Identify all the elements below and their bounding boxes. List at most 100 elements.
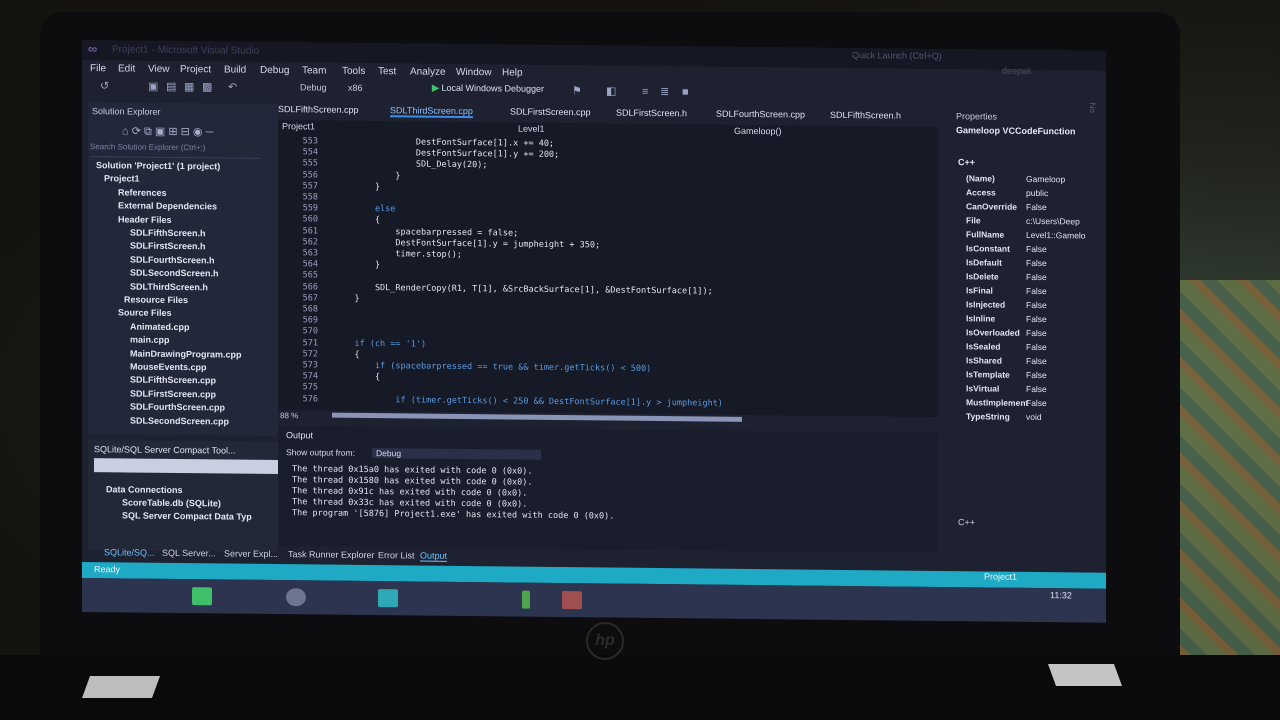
property-value[interactable]: False	[1026, 286, 1047, 296]
menu-file[interactable]: File	[90, 63, 106, 74]
property-value[interactable]: False	[1026, 342, 1047, 352]
property-value[interactable]: void	[1026, 412, 1042, 422]
property-row[interactable]: IsFinal False	[966, 285, 1047, 296]
app-icon[interactable]	[522, 590, 530, 609]
tab-error-list[interactable]: Error List	[378, 550, 415, 560]
tab-sdlfifthscreen-h[interactable]: SDLFifthScreen.h	[830, 110, 901, 121]
solution-tree-item[interactable]: Source Files	[118, 308, 172, 319]
tab-output[interactable]: Output	[420, 550, 448, 562]
property-row[interactable]: IsVirtual False	[966, 383, 1047, 394]
menu-view[interactable]: View	[148, 64, 170, 75]
property-value[interactable]: Level1::Gamelo	[1026, 230, 1086, 241]
property-value[interactable]: False	[1026, 356, 1047, 366]
solution-tree-item[interactable]: Solution 'Project1' (1 project)	[96, 160, 220, 171]
property-value[interactable]: c:\Users\Deep	[1026, 216, 1080, 227]
property-value[interactable]: False	[1026, 258, 1047, 268]
status-project[interactable]: Project1	[984, 571, 1017, 581]
explorer-icon[interactable]	[378, 589, 398, 608]
store-icon[interactable]	[192, 587, 212, 606]
property-row[interactable]: (Name) Gameloop	[966, 173, 1065, 184]
property-value[interactable]: False	[1026, 328, 1047, 338]
align-icon[interactable]: ≡	[642, 86, 654, 98]
solution-tree-item[interactable]: SDLFifthScreen.cpp	[130, 375, 216, 386]
properties-section[interactable]: C++	[958, 157, 975, 167]
quick-launch-input[interactable]: Quick Launch (Ctrl+Q)	[852, 50, 982, 65]
solution-tree-item[interactable]: Header Files	[118, 214, 172, 225]
property-value[interactable]: False	[1026, 202, 1047, 212]
property-row[interactable]: IsShared False	[966, 355, 1047, 366]
property-row[interactable]: IsTemplate False	[966, 369, 1047, 380]
nav-function[interactable]: Gameloop()	[734, 126, 782, 136]
property-row[interactable]: IsDelete False	[966, 271, 1047, 282]
menu-project[interactable]: Project	[180, 64, 211, 75]
data-connections-node[interactable]: Data Connections	[106, 484, 183, 495]
property-value[interactable]: Gameloop	[1026, 174, 1065, 184]
menu-analyze[interactable]: Analyze	[410, 66, 446, 77]
solution-tree-item[interactable]: main.cpp	[130, 335, 170, 345]
solution-tree-item[interactable]: MainDrawingProgram.cpp	[130, 348, 242, 359]
solution-toolbar-icons[interactable]: ⌂ ⟳ ⧉ ▣ ⊞ ⊟ ◉ ─	[122, 124, 213, 139]
solution-tree-item[interactable]: SDLFifthScreen.h	[130, 228, 206, 239]
solution-tree-item[interactable]: Project1	[104, 174, 140, 184]
property-value[interactable]: False	[1026, 244, 1047, 254]
solution-tree-item[interactable]: SDLFirstScreen.cpp	[130, 388, 216, 399]
nav-project[interactable]: Project1	[282, 121, 315, 131]
property-row[interactable]: IsDefault False	[966, 257, 1047, 268]
property-row[interactable]: IsConstant False	[966, 243, 1047, 254]
solution-search-input[interactable]: Search Solution Explorer (Ctrl+;)	[90, 142, 260, 159]
platform-select[interactable]: x86	[348, 83, 363, 93]
tab-sdlfifthscreen-cpp[interactable]: SDLFifthScreen.cpp	[278, 104, 359, 115]
menu-debug[interactable]: Debug	[260, 65, 289, 76]
browser-icon[interactable]	[286, 588, 306, 607]
app2-icon[interactable]	[562, 591, 582, 610]
solution-tree-item[interactable]: References	[118, 187, 167, 198]
solution-tree-item[interactable]: External Dependencies	[118, 201, 217, 212]
property-row[interactable]: MustImplement False	[966, 397, 1047, 408]
output-source-select[interactable]: Debug	[372, 448, 542, 460]
bookmark-icon[interactable]: ■	[682, 86, 694, 98]
property-row[interactable]: Access public	[966, 187, 1048, 198]
property-row[interactable]: TypeString void	[966, 411, 1042, 422]
solution-tree-item[interactable]: SDLThirdScreen.h	[130, 281, 208, 292]
open-icon[interactable]: ▤	[166, 81, 178, 93]
tab-sdlfourthscreen-cpp[interactable]: SDLFourthScreen.cpp	[716, 109, 805, 120]
property-row[interactable]: IsInjected False	[966, 299, 1047, 310]
solution-tree-item[interactable]: SDLSecondScreen.cpp	[130, 415, 229, 426]
solution-tree-item[interactable]: MouseEvents.cpp	[130, 362, 207, 373]
tab-sql-server[interactable]: SQL Server...	[162, 548, 216, 559]
solution-tree-item[interactable]: SDLFirstScreen.h	[130, 241, 206, 252]
property-value[interactable]: False	[1026, 272, 1047, 282]
tab-sdlfirstscreen-h[interactable]: SDLFirstScreen.h	[616, 108, 687, 119]
zoom-level[interactable]: 88 %	[280, 411, 298, 420]
undo-icon[interactable]: ↶	[228, 82, 240, 94]
breakpoint-icon[interactable]: ◧	[606, 85, 618, 97]
indent-icon[interactable]: ≣	[660, 86, 672, 98]
menu-team[interactable]: Team	[302, 65, 326, 76]
property-value[interactable]: False	[1026, 314, 1047, 324]
solution-tree-item[interactable]: SDLSecondScreen.h	[130, 268, 219, 279]
tab-sdlthirdscreen-cpp[interactable]: SDLThirdScreen.cpp	[390, 105, 473, 119]
start-debugging-button[interactable]: ▶ Local Windows Debugger	[432, 83, 544, 95]
save-icon[interactable]: ▦	[184, 81, 196, 93]
taskbar-clock[interactable]: 11:32	[1050, 590, 1072, 600]
solution-tree-item[interactable]: SDLFourthScreen.h	[130, 254, 215, 265]
menu-build[interactable]: Build	[224, 64, 246, 75]
solution-tree-item[interactable]: SDLFourthScreen.cpp	[130, 402, 225, 413]
tab-server-explorer[interactable]: Server Expl...	[224, 548, 278, 559]
solution-tree-item[interactable]: Resource Files	[124, 294, 188, 305]
save-all-icon[interactable]: ▩	[202, 81, 214, 93]
property-value[interactable]: False	[1026, 384, 1047, 394]
menu-window[interactable]: Window	[456, 67, 492, 78]
properties-object-select[interactable]: Gameloop VCCodeFunction	[956, 125, 1076, 136]
property-row[interactable]: File c:\Users\Deep	[966, 215, 1080, 226]
attach-icon[interactable]: ⚑	[572, 85, 584, 97]
tab-sqlite[interactable]: SQLite/SQ...	[104, 547, 155, 558]
menu-edit[interactable]: Edit	[118, 63, 135, 74]
menu-tools[interactable]: Tools	[342, 66, 365, 77]
solution-config-select[interactable]: Debug	[300, 82, 327, 92]
property-row[interactable]: IsInline False	[966, 313, 1047, 324]
property-row[interactable]: IsOverloaded False	[966, 327, 1047, 338]
solution-tree-item[interactable]: Animated.cpp	[130, 321, 190, 332]
property-row[interactable]: CanOverride False	[966, 201, 1047, 212]
property-value[interactable]: False	[1026, 300, 1047, 310]
